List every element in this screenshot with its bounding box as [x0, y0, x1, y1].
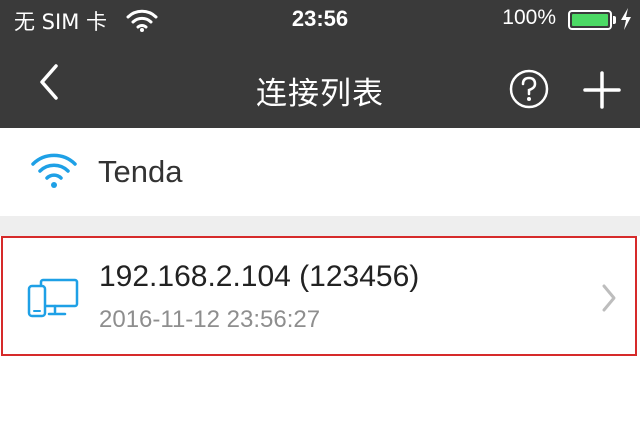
battery-level-fill: [572, 14, 608, 26]
status-bar: 无 SIM 卡 23:56 100%: [0, 0, 640, 40]
battery-percent: 100%: [502, 6, 556, 29]
navigation-bar: 连接列表: [0, 40, 640, 128]
charging-bolt-icon: [620, 8, 632, 35]
help-question-icon[interactable]: [508, 68, 550, 110]
chevron-right-icon: [599, 282, 619, 319]
connection-ip: 192.168.2.104 (123456): [99, 260, 420, 293]
wifi-icon: [30, 150, 78, 195]
top-bar: 无 SIM 卡 23:56 100% 连接列表: [0, 0, 640, 128]
connection-list-item[interactable]: 192.168.2.104 (123456) 2016-11-12 23:56:…: [1, 236, 637, 356]
devices-icon: [27, 278, 83, 323]
battery-icon: [568, 10, 612, 30]
battery-cap: [613, 16, 616, 24]
add-plus-icon[interactable]: [580, 68, 624, 112]
wifi-network-row: Tenda: [0, 128, 640, 216]
connection-timestamp: 2016-11-12 23:56:27: [99, 306, 321, 333]
section-divider: [0, 216, 640, 236]
wifi-network-name: Tenda: [98, 154, 183, 189]
